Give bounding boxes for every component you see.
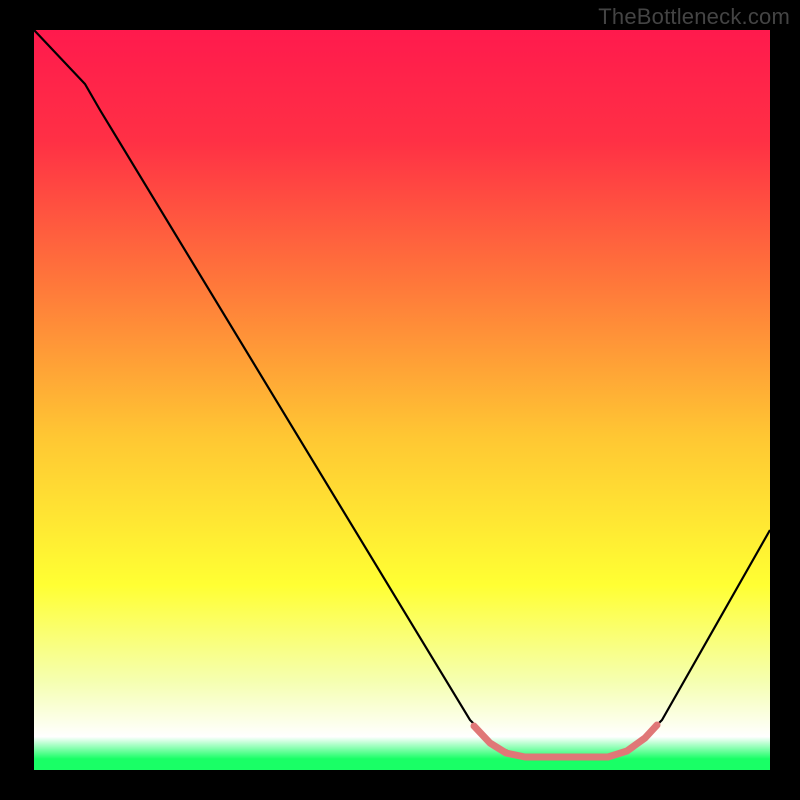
plot-background bbox=[34, 30, 770, 770]
watermark-text: TheBottleneck.com bbox=[598, 4, 790, 30]
bottleneck-chart bbox=[0, 0, 800, 800]
chart-container: TheBottleneck.com bbox=[0, 0, 800, 800]
